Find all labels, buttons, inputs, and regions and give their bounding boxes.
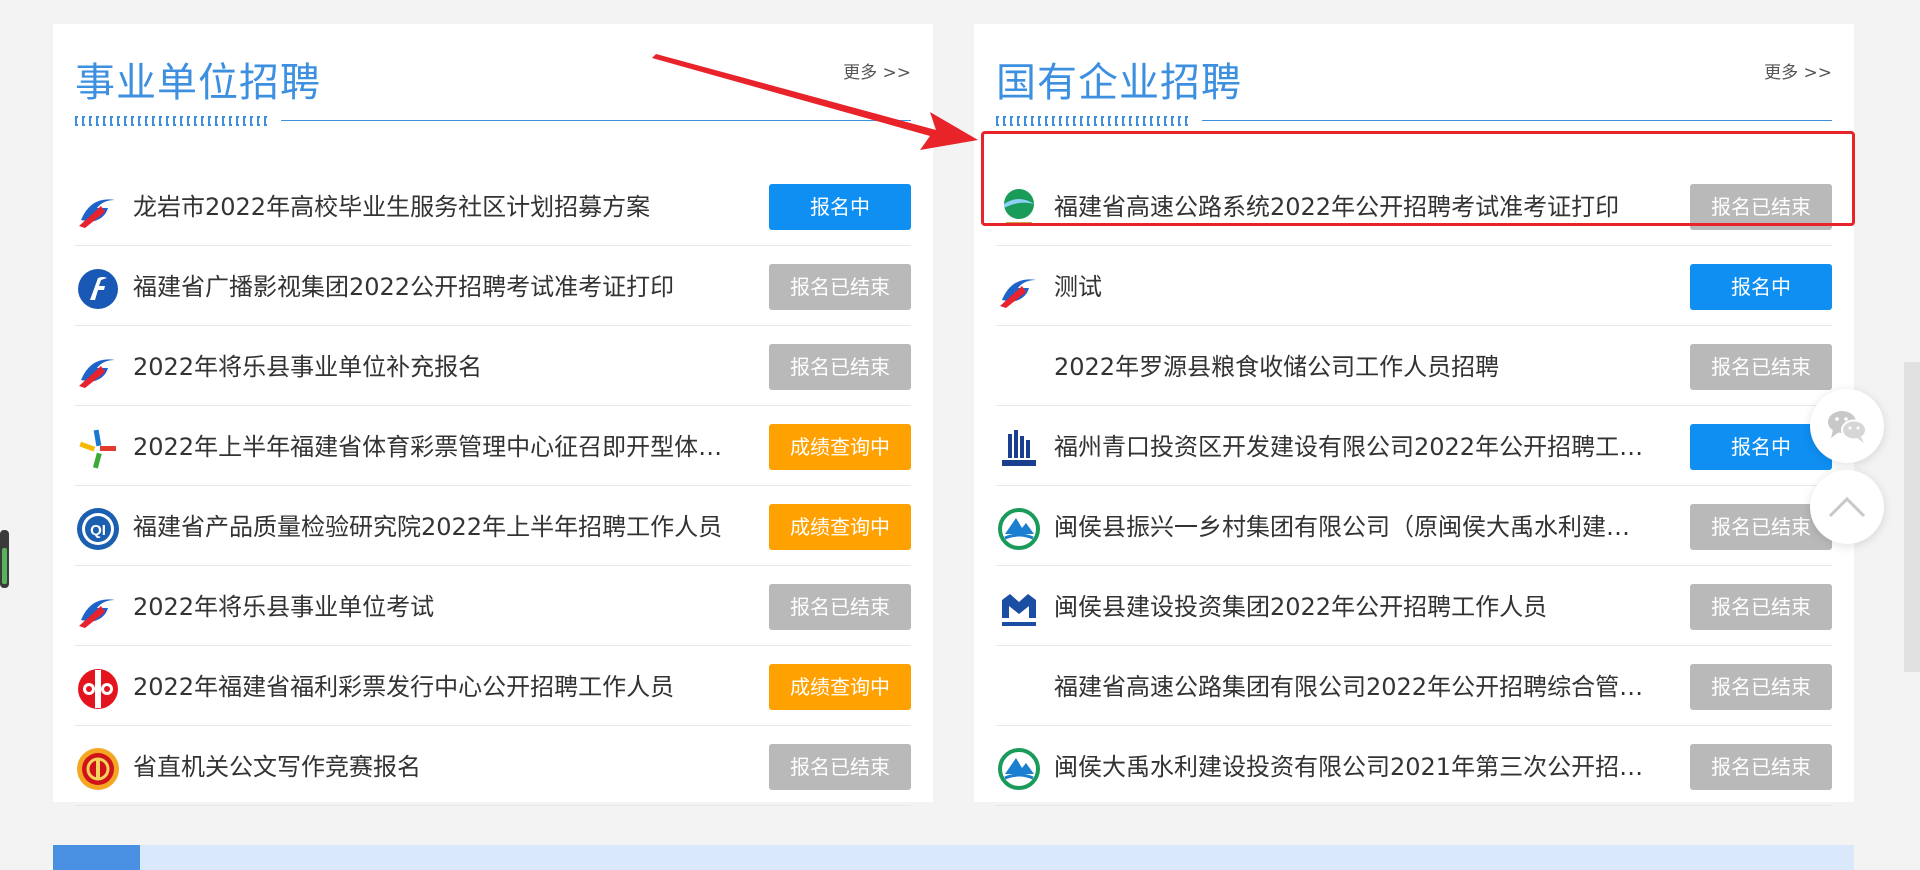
job-list-item[interactable]: 闽侯县振兴一乡村集团有限公司（原闽侯大禹水利建… 报名已结束	[996, 486, 1832, 566]
panel-title: 国有企业招聘	[996, 60, 1242, 106]
welfare-lottery-icon	[75, 666, 121, 712]
qingkou-icon	[996, 426, 1042, 472]
fujian-broadcast-icon	[75, 266, 121, 312]
expressway-icon	[996, 186, 1042, 232]
status-button[interactable]: 报名已结束	[1690, 584, 1832, 630]
job-title-link[interactable]: 2022年上半年福建省体育彩票管理中心征召即开型体…	[133, 430, 733, 464]
minhou-construction-icon	[996, 586, 1042, 632]
job-title-link[interactable]: 闽侯县振兴一乡村集团有限公司（原闽侯大禹水利建…	[1054, 510, 1654, 544]
blue-red-swoosh-icon	[996, 266, 1042, 312]
wechat-button[interactable]	[1810, 389, 1884, 463]
job-title-link[interactable]: 福建省高速公路集团有限公司2022年公开招聘综合管…	[1054, 670, 1654, 704]
wechat-icon	[1828, 411, 1867, 443]
status-button[interactable]: 报名已结束	[769, 264, 911, 310]
status-button[interactable]: 报名已结束	[1690, 664, 1832, 710]
status-button[interactable]: 报名已结束	[769, 344, 911, 390]
job-title-link[interactable]: 2022年罗源县粮食收储公司工作人员招聘	[1054, 350, 1654, 384]
status-button[interactable]: 报名已结束	[769, 584, 911, 630]
job-list: 福建省高速公路系统2022年公开招聘考试准考证打印 报名已结束 测试 报名中 2022年…	[996, 166, 1832, 806]
job-title-link[interactable]: 福建省产品质量检验研究院2022年上半年招聘工作人员	[133, 510, 733, 544]
job-title-link[interactable]: 2022年福建省福利彩票发行中心公开招聘工作人员	[133, 670, 733, 704]
status-button[interactable]: 报名中	[769, 184, 911, 230]
status-button[interactable]: 报名已结束	[769, 744, 911, 790]
status-button[interactable]: 成绩查询中	[769, 504, 911, 550]
empty-logo-icon	[996, 346, 1042, 392]
back-to-top-icon	[1828, 496, 1866, 518]
mountain-water-icon	[996, 506, 1042, 552]
job-list-item[interactable]: 省直机关公文写作竞赛报名 报名已结束	[75, 726, 911, 806]
panel-header: 国有企业招聘 更多 >>	[996, 24, 1832, 126]
title-underline	[996, 116, 1832, 126]
job-list-item[interactable]: 龙岩市2022年高校毕业生服务社区计划招募方案 报名中	[75, 166, 911, 246]
quality-inspection-icon: QI	[75, 506, 121, 552]
union-emblem-icon	[75, 746, 121, 792]
decorative-pattern	[996, 116, 1192, 126]
blue-red-swoosh-icon	[75, 186, 121, 232]
job-list-item[interactable]: 闽侯县建设投资集团2022年公开招聘工作人员 报名已结束	[996, 566, 1832, 646]
back-to-top-button[interactable]	[1810, 470, 1884, 544]
job-list-item[interactable]: QI 福建省产品质量检验研究院2022年上半年招聘工作人员 成绩查询中	[75, 486, 911, 566]
job-list-item[interactable]: 2022年将乐县事业单位考试 报名已结束	[75, 566, 911, 646]
panel-title: 事业单位招聘	[75, 60, 321, 106]
job-title-link[interactable]: 闽侯县建设投资集团2022年公开招聘工作人员	[1054, 590, 1654, 624]
state-enterprise-panel: 国有企业招聘 更多 >> 福建省高速公路系统2022年公开招聘考试准考证打印报名…	[974, 24, 1854, 806]
job-list-item[interactable]: 2022年罗源县粮食收储公司工作人员招聘 报名已结束	[996, 326, 1832, 406]
page-scrollbar[interactable]	[1904, 362, 1920, 672]
status-button[interactable]: 成绩查询中	[769, 664, 911, 710]
job-list-item[interactable]: 闽侯大禹水利建设投资有限公司2021年第三次公开招… 报名已结束	[996, 726, 1832, 806]
next-section-tab	[53, 845, 140, 870]
blue-red-swoosh-icon	[75, 346, 121, 392]
status-button[interactable]: 报名已结束	[1690, 744, 1832, 790]
sports-lottery-icon	[75, 426, 121, 472]
status-button[interactable]: 报名已结束	[1690, 184, 1832, 230]
job-list-item[interactable]: 福建省高速公路集团有限公司2022年公开招聘综合管… 报名已结束	[996, 646, 1832, 726]
job-list-item[interactable]: 福建省广播影视集团2022公开招聘考试准考证打印 报名已结束	[75, 246, 911, 326]
job-title-link[interactable]: 龙岩市2022年高校毕业生服务社区计划招募方案	[133, 190, 733, 224]
job-list-item[interactable]: 2022年将乐县事业单位补充报名 报名已结束	[75, 326, 911, 406]
side-drag-handle[interactable]	[0, 530, 9, 588]
more-link[interactable]: 更多 >>	[1764, 58, 1832, 83]
job-title-link[interactable]: 2022年将乐县事业单位考试	[133, 590, 733, 624]
job-list-item[interactable]: 福州青口投资区开发建设有限公司2022年公开招聘工… 报名中	[996, 406, 1832, 486]
red-arrow-annotation	[652, 54, 978, 150]
job-title-link[interactable]: 闽侯大禹水利建设投资有限公司2021年第三次公开招…	[1054, 750, 1654, 784]
status-button[interactable]: 报名已结束	[1690, 344, 1832, 390]
job-list-item[interactable]: 福建省高速公路系统2022年公开招聘考试准考证打印 报名已结束	[996, 166, 1832, 246]
divider-line	[1202, 120, 1832, 121]
job-title-link[interactable]: 测试	[1054, 270, 1654, 304]
next-section-bar	[53, 845, 1854, 870]
job-title-link[interactable]: 福建省广播影视集团2022公开招聘考试准考证打印	[133, 270, 733, 304]
job-list-item[interactable]: 2022年福建省福利彩票发行中心公开招聘工作人员 成绩查询中	[75, 646, 911, 726]
mountain-water-icon	[996, 746, 1042, 792]
job-list-item[interactable]: 测试 报名中	[996, 246, 1832, 326]
job-list: 龙岩市2022年高校毕业生服务社区计划招募方案 报名中福建省广播影视集团2022公…	[75, 166, 911, 806]
blue-red-swoosh-icon	[75, 586, 121, 632]
svg-text:QI: QI	[90, 522, 106, 539]
job-list-item[interactable]: 2022年上半年福建省体育彩票管理中心征召即开型体… 成绩查询中	[75, 406, 911, 486]
job-title-link[interactable]: 福建省高速公路系统2022年公开招聘考试准考证打印	[1054, 190, 1654, 224]
job-title-link[interactable]: 2022年将乐县事业单位补充报名	[133, 350, 733, 384]
status-button[interactable]: 成绩查询中	[769, 424, 911, 470]
empty-logo-icon	[996, 666, 1042, 712]
job-title-link[interactable]: 省直机关公文写作竞赛报名	[133, 750, 733, 784]
status-button[interactable]: 报名中	[1690, 264, 1832, 310]
job-title-link[interactable]: 福州青口投资区开发建设有限公司2022年公开招聘工…	[1054, 430, 1654, 464]
decorative-pattern	[75, 116, 271, 126]
